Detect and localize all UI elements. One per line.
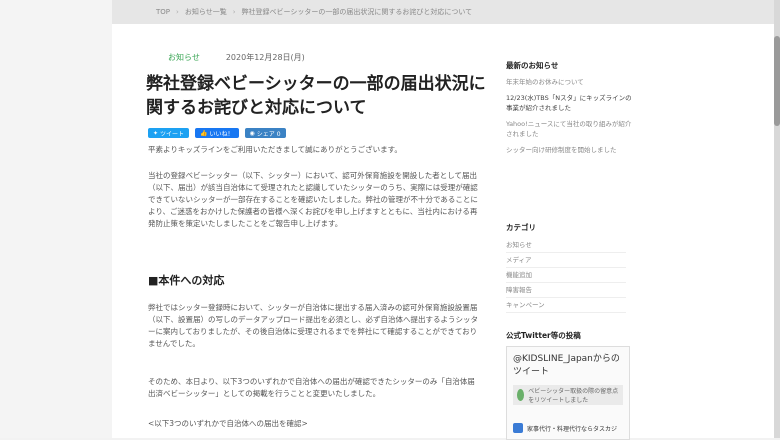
twitter-embed-title[interactable]: @KIDSLINE_Japanからのツイート bbox=[507, 347, 629, 381]
breadcrumb-separator: › bbox=[232, 8, 236, 16]
category-heading: カテゴリ bbox=[506, 223, 536, 232]
category-list: お知らせ メディア 機能追加 障害報告 キャンペーン bbox=[506, 238, 626, 313]
scrollbar[interactable] bbox=[774, 0, 780, 438]
tweet-footer[interactable]: 家事代行・料理代行ならタスカジ bbox=[513, 423, 617, 433]
share-buttons: ✦ ツイート 👍 いいね！ ◉ シェア 0 bbox=[148, 128, 286, 138]
breadcrumb-section[interactable]: お知らせ一覧 bbox=[185, 7, 227, 17]
scrollbar-thumb[interactable] bbox=[774, 36, 780, 126]
news-heading: 最新のお知らせ bbox=[506, 61, 559, 70]
left-margin bbox=[0, 0, 112, 438]
article-paragraph: そのため、本日より、以下3つのいずれかで自治体への届出が確認できたシッターのみ「… bbox=[148, 377, 475, 398]
browser-viewport: TOP › お知らせ一覧 › 弊社登録ベビーシッターの一部の届出状況に関するお詫… bbox=[0, 0, 780, 440]
twitter-icon: ✦ bbox=[153, 129, 159, 137]
article-title: 弊社登録ベビーシッターの一部の届出状況に関するお詫びと対応について bbox=[146, 74, 486, 118]
category-link[interactable]: キャンペーン bbox=[506, 298, 626, 313]
like-button[interactable]: 👍 いいね！ bbox=[195, 128, 239, 138]
breadcrumb-separator: › bbox=[176, 8, 179, 16]
article-category[interactable]: お知らせ bbox=[168, 52, 200, 63]
article-paragraph: <以下3つのいずれかで自治体への届出を確認> bbox=[148, 419, 308, 428]
sidebar-news: 最新のお知らせ 年末年始のお休みについて 12/23(水)TBS「Nスタ」にキッ… bbox=[506, 60, 632, 161]
tweet-text: ベビーシッター取扱の際の留意点をリツイートしました bbox=[528, 388, 619, 404]
breadcrumb-home[interactable]: TOP bbox=[156, 8, 170, 16]
article-paragraph: 弊社ではシッター登録時において、シッターが自治体に提出する届入済みの認可外保育施… bbox=[148, 303, 478, 348]
category-link[interactable]: お知らせ bbox=[506, 238, 626, 253]
share-button[interactable]: ◉ シェア 0 bbox=[244, 128, 286, 138]
article-paragraph: 平素よりキッズラインをご利用いただきまして誠にありがとうございます。 bbox=[148, 145, 402, 154]
breadcrumb: TOP › お知らせ一覧 › 弊社登録ベビーシッターの一部の届出状況に関するお詫… bbox=[112, 0, 774, 24]
article-date: 2020年12月28日(月) bbox=[225, 53, 305, 62]
news-link[interactable]: シッター向け研修制度を開始しました bbox=[506, 145, 632, 155]
news-link[interactable]: 12/23(水)TBS「Nスタ」にキッズラインの事業が紹介されました bbox=[506, 93, 632, 113]
category-link[interactable]: 障害報告 bbox=[506, 283, 626, 298]
section-heading: ■本件への対応 bbox=[148, 274, 225, 287]
app-icon bbox=[513, 423, 523, 433]
tweet-button[interactable]: ✦ ツイート bbox=[148, 128, 190, 138]
category-link[interactable]: メディア bbox=[506, 253, 626, 268]
thumbs-up-icon: 👍 bbox=[200, 129, 208, 137]
news-link[interactable]: 年末年始のお休みについて bbox=[506, 77, 632, 87]
news-link[interactable]: Yahoo!ニュースにて当社の取り組みが紹介されました bbox=[506, 119, 632, 139]
article-meta: お知らせ 2020年12月28日(月) bbox=[168, 52, 305, 63]
avatar bbox=[517, 389, 525, 401]
twitter-heading: 公式Twitter等の投稿 bbox=[506, 331, 581, 340]
main-page: お知らせ 2020年12月28日(月) 弊社登録ベビーシッターの一部の届出状況に… bbox=[112, 24, 774, 440]
tweet-footer-text: 家事代行・料理代行ならタスカジ bbox=[527, 425, 618, 433]
category-link[interactable]: 機能追加 bbox=[506, 268, 626, 283]
tweet-card[interactable]: ベビーシッター取扱の際の留意点をリツイートしました bbox=[513, 385, 623, 405]
breadcrumb-current: 弊社登録ベビーシッターの一部の届出状況に関するお詫びと対応について bbox=[241, 8, 473, 16]
twitter-embed[interactable]: @KIDSLINE_Japanからのツイート ベビーシッター取扱の際の留意点をリ… bbox=[506, 346, 630, 440]
share-icon: ◉ bbox=[249, 129, 255, 137]
article-paragraph: 当社の登録ベビーシッター（以下、シッター）において、認可外保育施設を開設した者と… bbox=[148, 171, 478, 228]
